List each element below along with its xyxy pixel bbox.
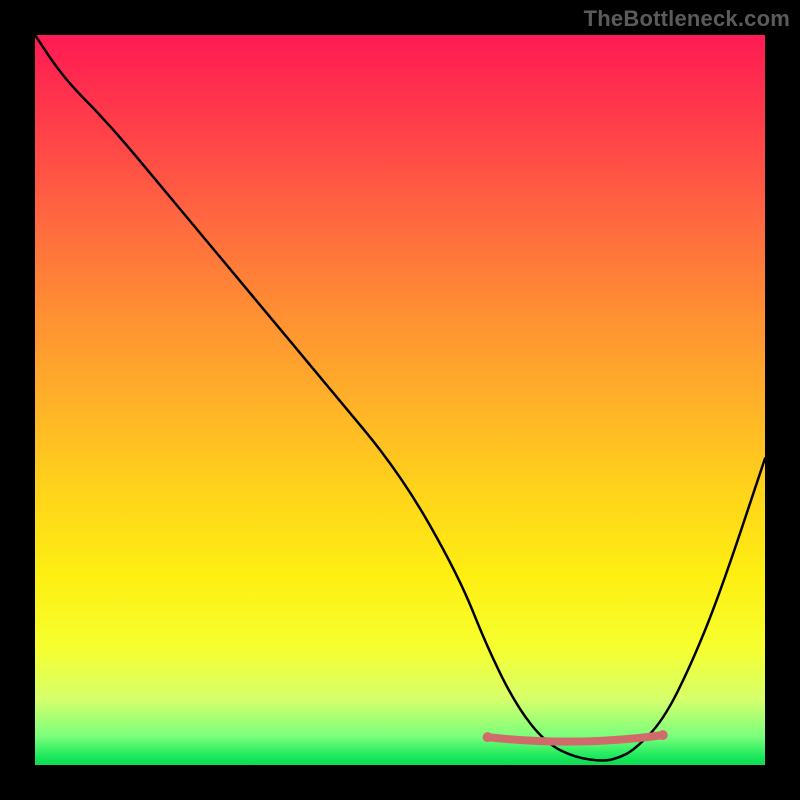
optimal-range-band <box>488 735 663 742</box>
optimal-range-end-dot <box>658 730 668 740</box>
optimal-range-start-dot <box>483 732 493 742</box>
chart-svg <box>35 35 765 765</box>
chart-plot-area <box>35 35 765 765</box>
bottleneck-curve <box>35 35 765 760</box>
watermark-label: TheBottleneck.com <box>584 6 790 32</box>
